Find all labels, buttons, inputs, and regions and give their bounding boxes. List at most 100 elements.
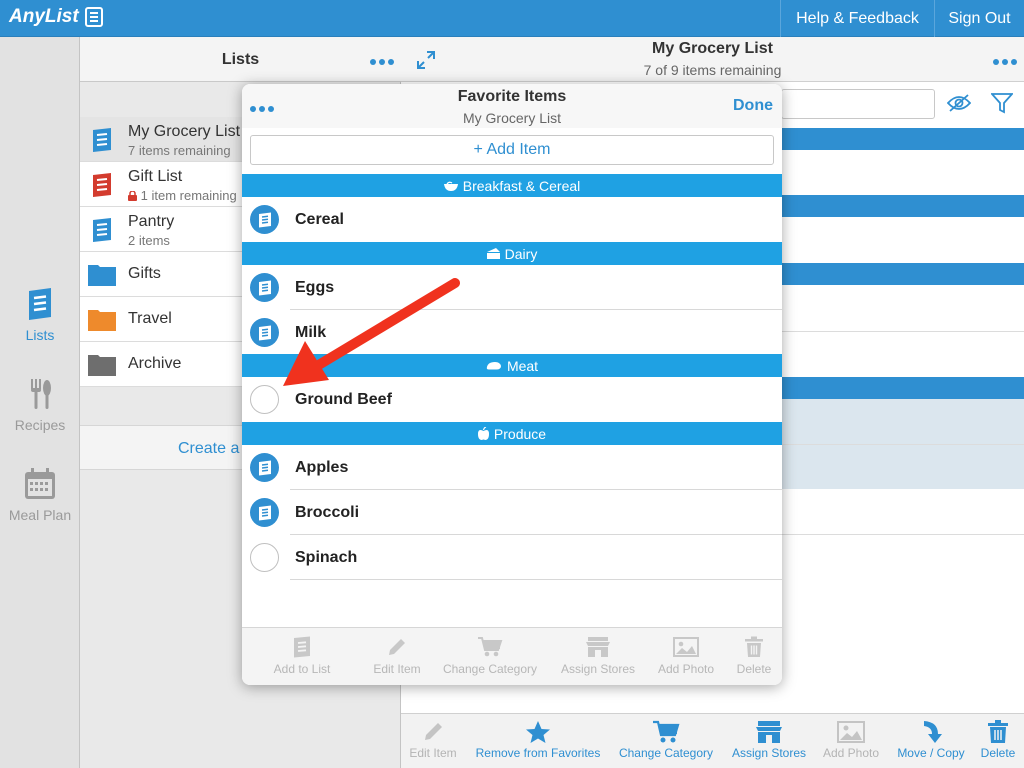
delete-button[interactable]: Delete	[732, 636, 776, 676]
list-count: 7 items remaining	[128, 143, 231, 158]
toolbar-label: Delete	[736, 662, 772, 676]
rail-item-label: Recipes	[14, 417, 66, 433]
edit-item-button[interactable]: Edit Item	[405, 720, 461, 760]
favorite-item-row[interactable]: Eggs	[242, 265, 782, 310]
remove-from-favorites-button[interactable]: Remove from Favorites	[471, 720, 605, 760]
toolbar-label: Change Category	[442, 662, 538, 676]
add-photo-button[interactable]: Add Photo	[654, 636, 718, 676]
list-icon	[93, 218, 111, 242]
more-options-icon[interactable]	[370, 59, 394, 65]
folder-name: Travel	[128, 310, 172, 327]
pencil-icon	[425, 723, 442, 740]
more-options-icon[interactable]	[993, 59, 1017, 65]
item-name: Ground Beef	[295, 391, 392, 408]
on-list-badge[interactable]	[250, 453, 279, 482]
category-band	[781, 377, 1024, 399]
favorites-list: Breakfast & Cereal Cereal Dairy Eggs Mil…	[242, 174, 782, 580]
utensils-icon	[31, 379, 51, 409]
list-icon	[294, 636, 310, 658]
move-copy-button[interactable]: Move / Copy	[893, 720, 969, 760]
list-icon	[93, 173, 111, 197]
category-band	[781, 128, 1024, 150]
category-header: Produce	[242, 422, 782, 445]
sign-out-button[interactable]: Sign Out	[934, 0, 1024, 37]
trash-icon	[988, 720, 1008, 743]
list-icon	[258, 212, 271, 227]
list-name: Pantry	[128, 213, 175, 230]
cart-icon	[478, 637, 503, 657]
add-to-list-button[interactable]: Add to List	[266, 636, 338, 676]
popover-subtitle: My Grocery List	[462, 110, 561, 126]
toolbar-label: Delete	[980, 746, 1016, 760]
add-item-button[interactable]: + Add Item	[250, 135, 774, 165]
toolbar-label: Add Photo	[657, 662, 715, 676]
apple-icon	[477, 427, 489, 440]
photo-icon	[673, 637, 699, 657]
change-category-button[interactable]: Change Category	[615, 720, 717, 760]
done-button[interactable]: Done	[733, 97, 773, 115]
edit-item-button[interactable]: Edit Item	[366, 636, 428, 676]
assign-stores-button[interactable]: Assign Stores	[727, 720, 811, 760]
folder-name: Gifts	[128, 265, 161, 282]
category-name: Produce	[493, 425, 547, 442]
list-search-input[interactable]	[781, 89, 935, 119]
favorite-item-row[interactable]: Cereal	[242, 197, 782, 242]
list-icon	[258, 460, 271, 475]
list-icon	[258, 505, 271, 520]
add-photo-button[interactable]: Add Photo	[819, 720, 883, 760]
list-count: 1 item remaining	[140, 188, 237, 203]
favorite-item-row[interactable]: Apples	[242, 445, 782, 490]
lists-header: Lists	[80, 37, 401, 82]
item-name: Broccoli	[295, 504, 360, 521]
list-name: My Grocery List	[128, 123, 241, 140]
calendar-icon	[25, 468, 55, 499]
item-name: Apples	[295, 459, 349, 476]
list-icon	[84, 7, 103, 27]
toolbar-label: Edit Item	[409, 746, 457, 760]
lock-icon	[128, 190, 137, 201]
rail-item-label: Meal Plan	[8, 507, 72, 523]
lists-title: Lists	[221, 51, 260, 68]
folder-icon	[88, 310, 116, 331]
rail-item-meal-plan[interactable]: Meal Plan	[0, 467, 80, 523]
rail-item-recipes[interactable]: Recipes	[0, 377, 80, 433]
bowl-icon	[443, 181, 458, 191]
on-list-badge[interactable]	[250, 273, 279, 302]
row-divider	[781, 444, 1024, 445]
meat-icon	[486, 362, 501, 370]
add-to-list-circle[interactable]	[250, 543, 279, 572]
eye-off-icon[interactable]	[947, 93, 971, 113]
app-logo-text: AnyList	[9, 6, 79, 27]
favorite-item-row[interactable]: Ground Beef	[242, 377, 782, 422]
delete-button[interactable]: Delete	[975, 720, 1021, 760]
change-category-button[interactable]: Change Category	[440, 636, 540, 676]
filter-icon[interactable]	[991, 92, 1013, 114]
store-icon	[586, 637, 610, 657]
favorite-item-row[interactable]: Broccoli	[242, 490, 782, 535]
move-icon	[924, 721, 942, 743]
category-name: Breakfast & Cereal	[462, 177, 581, 194]
item-name: Milk	[295, 324, 327, 341]
item-name: Eggs	[295, 279, 335, 296]
on-list-badge[interactable]	[250, 498, 279, 527]
list-icon	[258, 325, 271, 340]
row-divider	[781, 534, 1024, 535]
on-list-badge[interactable]	[250, 205, 279, 234]
on-list-badge[interactable]	[250, 318, 279, 347]
app-logo: AnyList	[9, 6, 103, 28]
item-toolbar: Edit Item Remove from Favorites Change C…	[401, 713, 1024, 768]
toolbar-label: Move / Copy	[897, 746, 965, 760]
category-band	[781, 195, 1024, 217]
add-to-list-circle[interactable]	[250, 385, 279, 414]
rail-item-lists[interactable]: Lists	[0, 287, 80, 343]
favorite-item-row[interactable]: Milk	[242, 310, 782, 354]
list-subtitle: 7 of 9 items remaining	[643, 62, 782, 78]
assign-stores-button[interactable]: Assign Stores	[556, 636, 640, 676]
list-title: My Grocery List	[652, 40, 773, 57]
help-feedback-button[interactable]: Help & Feedback	[780, 0, 934, 37]
list-icon	[93, 128, 111, 152]
category-band	[781, 263, 1024, 285]
item-name: Cereal	[295, 211, 344, 228]
favorite-item-row[interactable]: Spinach	[242, 535, 782, 580]
folder-icon	[88, 355, 116, 376]
